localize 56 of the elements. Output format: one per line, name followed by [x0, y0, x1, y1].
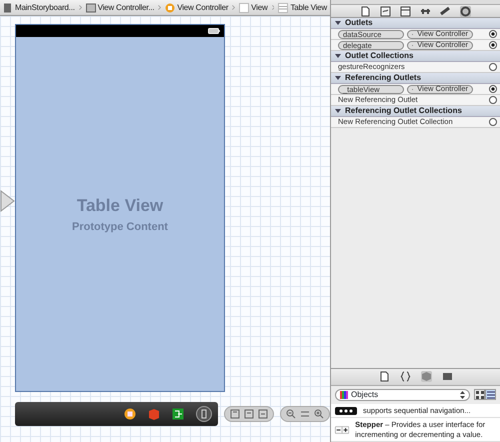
equals-icon[interactable]	[300, 409, 310, 419]
blank-square-icon	[239, 2, 250, 12]
breadcrumb-item[interactable]: View Controller...	[86, 2, 154, 14]
cube-icon[interactable]	[148, 408, 160, 420]
entry-arrow-icon	[0, 190, 15, 212]
document-icon[interactable]	[378, 371, 390, 382]
chevron-icon	[272, 4, 274, 11]
breadcrumb-item[interactable]: View	[239, 2, 268, 14]
breadcrumb-item[interactable]: View Controller	[165, 2, 228, 14]
identity-icon[interactable]	[400, 6, 411, 16]
disclosure-triangle-icon[interactable]	[335, 108, 341, 114]
square-circle-icon	[165, 2, 176, 12]
connection-circle[interactable]	[489, 118, 497, 126]
section-header: Outlet Collections	[345, 50, 414, 62]
chevron-icon	[78, 4, 82, 11]
connection-circle[interactable]	[489, 96, 497, 104]
disclosure-triangle-icon[interactable]	[335, 53, 341, 59]
table-icon	[278, 2, 288, 12]
connection-circle[interactable]	[489, 63, 497, 71]
window-icon	[86, 2, 96, 12]
section-header: Outlets	[345, 17, 373, 29]
grid-icon[interactable]	[474, 389, 485, 400]
objects-dropdown[interactable]: Objects	[335, 388, 470, 401]
connection-circle[interactable]	[489, 85, 497, 93]
chevron-icon	[158, 4, 162, 11]
section-header: Referencing Outlets	[345, 72, 422, 84]
disclosure-triangle-icon[interactable]	[335, 75, 341, 81]
film-icon[interactable]	[442, 371, 452, 382]
connection-circle[interactable]	[489, 30, 497, 38]
document-icon	[3, 2, 13, 12]
layout-icon[interactable]	[258, 409, 268, 419]
dropdown-value: Objects	[351, 388, 380, 401]
section-header: Referencing Outlet Collections	[345, 105, 462, 117]
square-circle-icon[interactable]	[124, 408, 136, 420]
disclosure-triangle-icon[interactable]	[335, 20, 341, 26]
breadcrumb-item[interactable]: Table View	[278, 2, 327, 14]
page-control-icon	[335, 406, 357, 415]
table-view-subtitle: Prototype Content	[72, 220, 168, 234]
battery-icon	[208, 28, 220, 34]
cube-icon[interactable]	[420, 371, 432, 382]
zoom-in-icon[interactable]	[314, 409, 324, 419]
chevron-icon	[232, 4, 236, 11]
zoom-out-icon[interactable]	[286, 409, 296, 419]
ring-icon[interactable]	[460, 6, 471, 16]
connection-circle[interactable]	[489, 41, 497, 49]
layout-icon[interactable]	[230, 409, 240, 419]
table-view-title: Table View	[76, 195, 164, 217]
updown-arrows-icon	[460, 390, 465, 399]
braces-icon[interactable]	[400, 371, 410, 382]
color-bars-icon	[340, 390, 348, 399]
list-icon[interactable]	[485, 389, 496, 400]
ruler-icon[interactable]	[440, 6, 451, 16]
document-icon[interactable]	[360, 6, 371, 16]
exit-icon[interactable]	[172, 408, 184, 420]
layout-icon[interactable]	[244, 409, 254, 419]
breadcrumb-item[interactable]: MainStoryboard...	[3, 2, 75, 14]
